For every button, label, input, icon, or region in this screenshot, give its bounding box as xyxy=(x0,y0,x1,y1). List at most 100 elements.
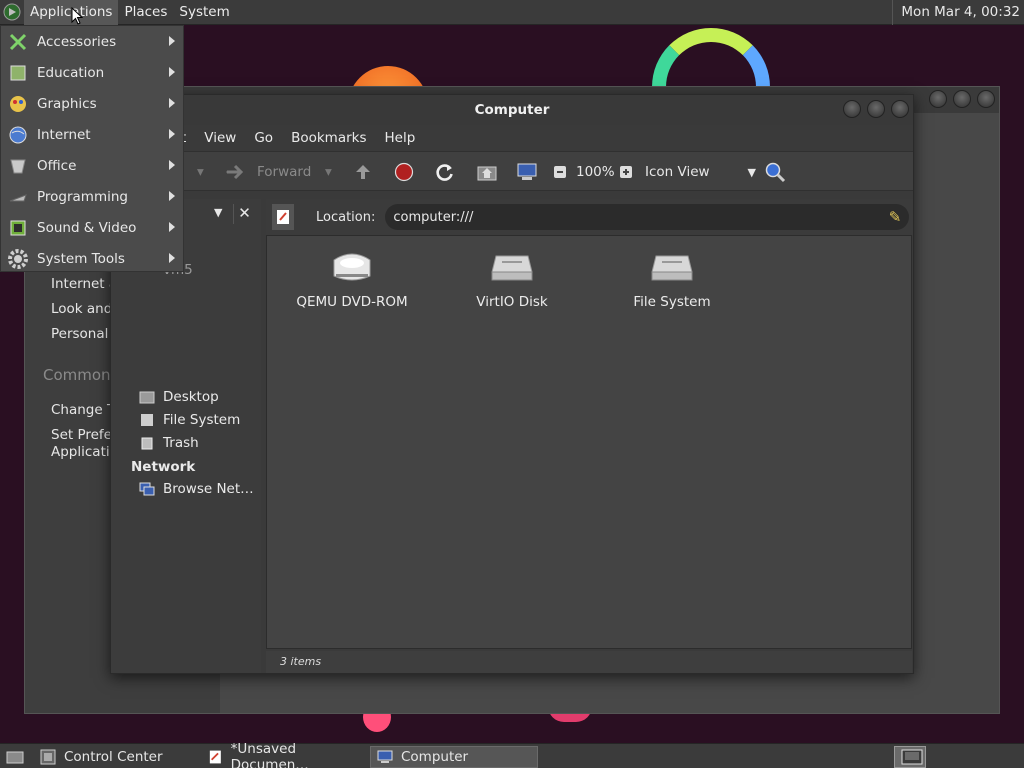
taskbar-item-computer[interactable]: Computer xyxy=(370,746,538,768)
internet-globe-icon xyxy=(7,124,29,146)
view-mode-select[interactable]: Icon View ▼ xyxy=(645,160,756,184)
submenu-arrow-icon xyxy=(169,253,175,263)
menu-item-office[interactable]: Office xyxy=(1,150,183,181)
submenu-arrow-icon xyxy=(169,129,175,139)
back-dropdown-icon[interactable]: ▾ xyxy=(197,160,204,184)
desktop-folder-icon xyxy=(139,391,155,404)
stop-icon xyxy=(394,162,414,182)
sidebar-network-heading: Network xyxy=(131,459,196,475)
sidebar-select-chevron-down-icon[interactable]: ▼ xyxy=(214,206,222,219)
reload-icon xyxy=(436,164,453,181)
graphics-icon xyxy=(7,93,29,115)
toolbar: ▾ Forward ▾ 100% Icon View ▼ xyxy=(111,151,913,191)
file-item-qemu-dvd-rom[interactable]: QEMU DVD-ROM xyxy=(282,250,422,310)
minimize-button[interactable] xyxy=(929,90,947,108)
zoom-out-button[interactable] xyxy=(553,160,567,184)
places-menu[interactable]: Places xyxy=(118,0,173,25)
notepad-icon xyxy=(277,210,289,224)
reload-button[interactable] xyxy=(435,160,455,184)
show-desktop-button[interactable] xyxy=(0,746,26,768)
clock[interactable]: Mon Mar 4, 00:32 xyxy=(892,0,1024,25)
zoom-in-icon xyxy=(620,166,632,178)
submenu-arrow-icon xyxy=(169,98,175,108)
menu-item-education[interactable]: Education xyxy=(1,57,183,88)
sidebar-close-button[interactable]: ✕ xyxy=(233,204,255,224)
submenu-arrow-icon xyxy=(169,191,175,201)
up-button[interactable] xyxy=(353,160,373,184)
file-item-file-system[interactable]: File System xyxy=(602,250,742,310)
close-button[interactable] xyxy=(977,90,995,108)
file-view[interactable]: QEMU DVD-ROM VirtIO Disk File System xyxy=(266,235,912,649)
forward-dropdown-icon[interactable]: ▾ xyxy=(325,160,332,184)
computer-window: Computer t View Go Bookmarks Help ▾ Forw… xyxy=(110,94,914,674)
clear-location-icon[interactable]: ✎ xyxy=(889,208,902,226)
search-icon xyxy=(765,162,786,183)
sidebar-item-desktop[interactable]: Desktop xyxy=(139,389,219,405)
system-menu[interactable]: System xyxy=(173,0,235,25)
distro-logo-icon[interactable] xyxy=(0,0,24,24)
edit-location-button[interactable] xyxy=(272,204,294,230)
search-button[interactable] xyxy=(764,160,786,184)
maximize-button[interactable] xyxy=(953,90,971,108)
menu-item-internet[interactable]: Internet xyxy=(1,119,183,150)
cc-filter-personal[interactable]: Personal xyxy=(51,326,108,342)
education-icon xyxy=(7,62,29,84)
menubar: t View Go Bookmarks Help xyxy=(111,125,913,151)
menu-go[interactable]: Go xyxy=(254,130,273,146)
home-folder-icon xyxy=(477,166,497,181)
forward-button[interactable]: Forward xyxy=(225,160,311,184)
computer-icon xyxy=(517,163,537,180)
menu-bookmarks[interactable]: Bookmarks xyxy=(291,130,366,146)
maximize-button[interactable] xyxy=(867,100,885,118)
control-center-icon xyxy=(40,749,56,765)
show-desktop-icon xyxy=(6,751,24,764)
cc-task-change-theme[interactable]: Change Tl xyxy=(51,402,119,418)
sound-video-icon xyxy=(7,217,29,239)
taskbar-item-control-center[interactable]: Control Center xyxy=(34,746,198,768)
submenu-arrow-icon xyxy=(169,67,175,77)
office-icon xyxy=(7,155,29,177)
stop-button[interactable] xyxy=(394,160,414,184)
up-arrow-icon xyxy=(356,165,370,179)
applications-dropdown: Accessories Education Graphics Internet … xyxy=(0,25,184,272)
close-button[interactable] xyxy=(891,100,909,118)
forward-arrow-icon xyxy=(226,164,244,180)
text-editor-icon xyxy=(209,750,221,764)
submenu-arrow-icon xyxy=(169,160,175,170)
menu-item-system-tools[interactable]: System Tools xyxy=(1,243,183,274)
location-label: Location: xyxy=(316,209,376,225)
status-bar: 3 items xyxy=(266,651,912,673)
mouse-cursor-icon xyxy=(71,7,83,25)
file-item-virtio-disk[interactable]: VirtIO Disk xyxy=(442,250,582,310)
zoom-level[interactable]: 100% xyxy=(576,160,615,184)
computer-button[interactable] xyxy=(516,160,538,184)
zoom-in-button[interactable] xyxy=(619,160,633,184)
sidebar-item-file-system[interactable]: File System xyxy=(139,412,240,428)
sidebar-item-browse-network[interactable]: Browse Net… xyxy=(139,481,254,497)
location-input[interactable]: computer:/// ✎ xyxy=(385,204,910,230)
programming-icon xyxy=(7,186,29,208)
chevron-down-icon: ▼ xyxy=(747,165,757,179)
menu-help[interactable]: Help xyxy=(385,130,416,146)
hard-disk-icon xyxy=(491,255,533,281)
menu-item-sound-video[interactable]: Sound & Video xyxy=(1,212,183,243)
cc-common-heading: Common xyxy=(43,366,111,384)
submenu-arrow-icon xyxy=(169,222,175,232)
cc-task-applications[interactable]: Applicatio xyxy=(51,444,118,460)
trash-icon xyxy=(141,437,153,450)
cc-task-set-preferred[interactable]: Set Prefer xyxy=(51,427,118,443)
hard-disk-icon xyxy=(141,414,153,426)
minimize-button[interactable] xyxy=(843,100,861,118)
computer-titlebar[interactable]: Computer xyxy=(111,95,913,125)
sidebar-item-trash[interactable]: Trash xyxy=(139,435,199,451)
menu-view[interactable]: View xyxy=(204,130,236,146)
menu-item-programming[interactable]: Programming xyxy=(1,181,183,212)
taskbar-item-unsaved-document[interactable]: *Unsaved Documen… xyxy=(202,741,366,768)
workspace-switcher[interactable] xyxy=(894,746,926,768)
optical-drive-icon xyxy=(333,253,371,281)
network-icon xyxy=(139,482,155,496)
menu-item-graphics[interactable]: Graphics xyxy=(1,88,183,119)
zoom-out-icon xyxy=(554,166,566,178)
menu-item-accessories[interactable]: Accessories xyxy=(1,26,183,57)
home-button[interactable] xyxy=(476,160,498,184)
